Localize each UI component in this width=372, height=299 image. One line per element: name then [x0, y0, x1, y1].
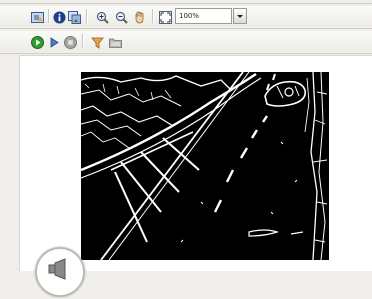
filter-icon[interactable]	[91, 34, 104, 49]
zoom-select[interactable]: 100%	[175, 8, 232, 24]
toolbar-separator	[82, 34, 84, 48]
zoom-in-icon[interactable]	[96, 9, 109, 24]
image-properties-icon[interactable]	[68, 9, 81, 24]
speaker-icon	[48, 258, 66, 280]
toolbar-divider	[0, 28, 372, 29]
hand-pan-icon[interactable]	[133, 9, 146, 24]
edge-detected-road-image[interactable]	[81, 72, 329, 260]
stop-icon[interactable]	[64, 34, 77, 49]
speaker-widget[interactable]	[35, 247, 85, 297]
toolbar-playback	[0, 31, 372, 51]
road-edges-drawing	[81, 72, 329, 260]
play-icon[interactable]	[31, 34, 44, 49]
zoom-out-icon[interactable]	[115, 9, 128, 24]
top-edge	[0, 3, 372, 4]
zoom-dropdown-button[interactable]	[233, 8, 247, 24]
toolbar-separator	[152, 9, 154, 23]
toolbar-separator	[86, 9, 88, 23]
info-icon[interactable]	[53, 9, 66, 24]
toolbar-bottom-divider	[0, 53, 372, 54]
step-forward-icon[interactable]	[48, 34, 61, 48]
folder-icon[interactable]	[109, 34, 122, 48]
toolbar-separator	[48, 9, 50, 23]
image-icon[interactable]	[31, 9, 44, 23]
fit-to-window-icon[interactable]	[159, 9, 172, 24]
